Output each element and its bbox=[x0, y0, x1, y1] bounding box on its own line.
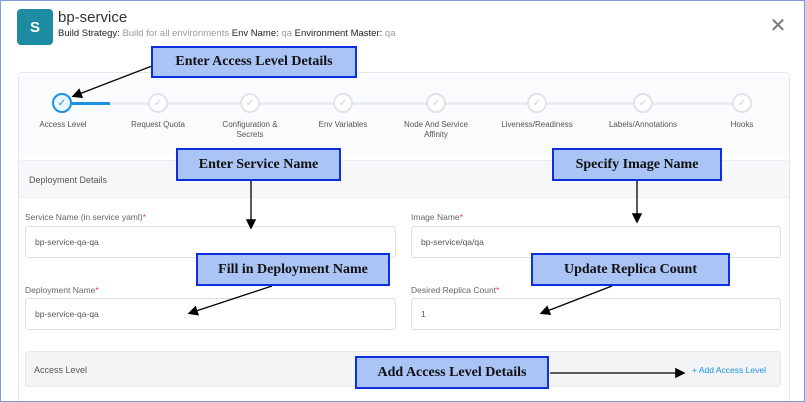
image-name-label: Image Name* bbox=[411, 212, 463, 222]
modal-header: S bp-service Build Strategy: Build for a… bbox=[0, 0, 805, 60]
check-icon: ✓ bbox=[245, 97, 255, 109]
service-meta: Build Strategy: Build for all environmen… bbox=[58, 28, 395, 39]
env-master-label: Environment Master: bbox=[294, 28, 383, 39]
step-request-quota[interactable]: ✓ bbox=[148, 93, 168, 113]
step-access-level[interactable]: ✓ bbox=[52, 93, 72, 113]
step-node-service-affinity[interactable]: ✓ bbox=[426, 93, 446, 113]
env-name-value: qa bbox=[281, 28, 292, 39]
step-labels-annotations[interactable]: ✓ bbox=[633, 93, 653, 113]
env-master-value: qa bbox=[384, 28, 396, 39]
env-name-label: Env Name: bbox=[231, 28, 279, 39]
step-label: Configuration & Secrets bbox=[222, 120, 278, 139]
deployment-name-input[interactable]: bp-service-qa-qa bbox=[25, 298, 396, 330]
step-label: Access Level bbox=[39, 120, 87, 129]
stepper bbox=[19, 75, 789, 155]
check-icon: ✓ bbox=[532, 97, 542, 109]
section-title: Deployment Details bbox=[29, 175, 108, 185]
step-label: Node And Service Affinity bbox=[403, 120, 469, 139]
check-icon: ✓ bbox=[638, 97, 648, 109]
step-liveness-readiness[interactable]: ✓ bbox=[527, 93, 547, 113]
replica-count-label: Desired Replica Count* bbox=[411, 285, 500, 295]
build-strategy-label: Build Strategy: bbox=[58, 28, 120, 39]
step-hooks[interactable]: ✓ bbox=[732, 93, 752, 113]
check-icon: ✓ bbox=[153, 97, 163, 109]
check-icon: ✓ bbox=[338, 97, 348, 109]
step-label: Request Quota bbox=[131, 120, 185, 129]
check-icon: ✓ bbox=[737, 97, 747, 109]
replica-count-input[interactable]: 1 bbox=[411, 298, 781, 330]
check-icon: ✓ bbox=[57, 97, 67, 109]
deployment-name-label: Deployment Name* bbox=[25, 285, 99, 295]
check-icon: ✓ bbox=[431, 97, 441, 109]
step-label: Labels/Annotations bbox=[608, 120, 678, 129]
add-access-level-link[interactable]: + Add Access Level bbox=[692, 365, 766, 375]
stepper-progress-line bbox=[72, 102, 110, 105]
callout-service-name: Enter Service Name bbox=[176, 148, 341, 181]
callout-replica-count: Update Replica Count bbox=[531, 253, 730, 286]
callout-access-level-details: Enter Access Level Details bbox=[151, 46, 357, 78]
step-label: Hooks bbox=[730, 120, 754, 129]
callout-image-name: Specify Image Name bbox=[552, 148, 722, 181]
step-configuration-secrets[interactable]: ✓ bbox=[240, 93, 260, 113]
step-label: Env Variables bbox=[318, 120, 368, 129]
step-label: Liveness/Readiness bbox=[501, 120, 573, 129]
access-level-title: Access Level bbox=[34, 365, 88, 375]
step-env-variables[interactable]: ✓ bbox=[333, 93, 353, 113]
callout-deployment-name: Fill in Deployment Name bbox=[196, 253, 390, 286]
close-icon[interactable]: ✕ bbox=[768, 16, 788, 36]
service-avatar: S bbox=[17, 9, 53, 45]
build-strategy-value: Build for all environments bbox=[122, 28, 230, 39]
service-title: bp-service bbox=[58, 9, 128, 26]
service-name-label: Service Name (in service yaml)* bbox=[25, 212, 146, 222]
callout-add-access-level: Add Access Level Details bbox=[355, 356, 549, 389]
